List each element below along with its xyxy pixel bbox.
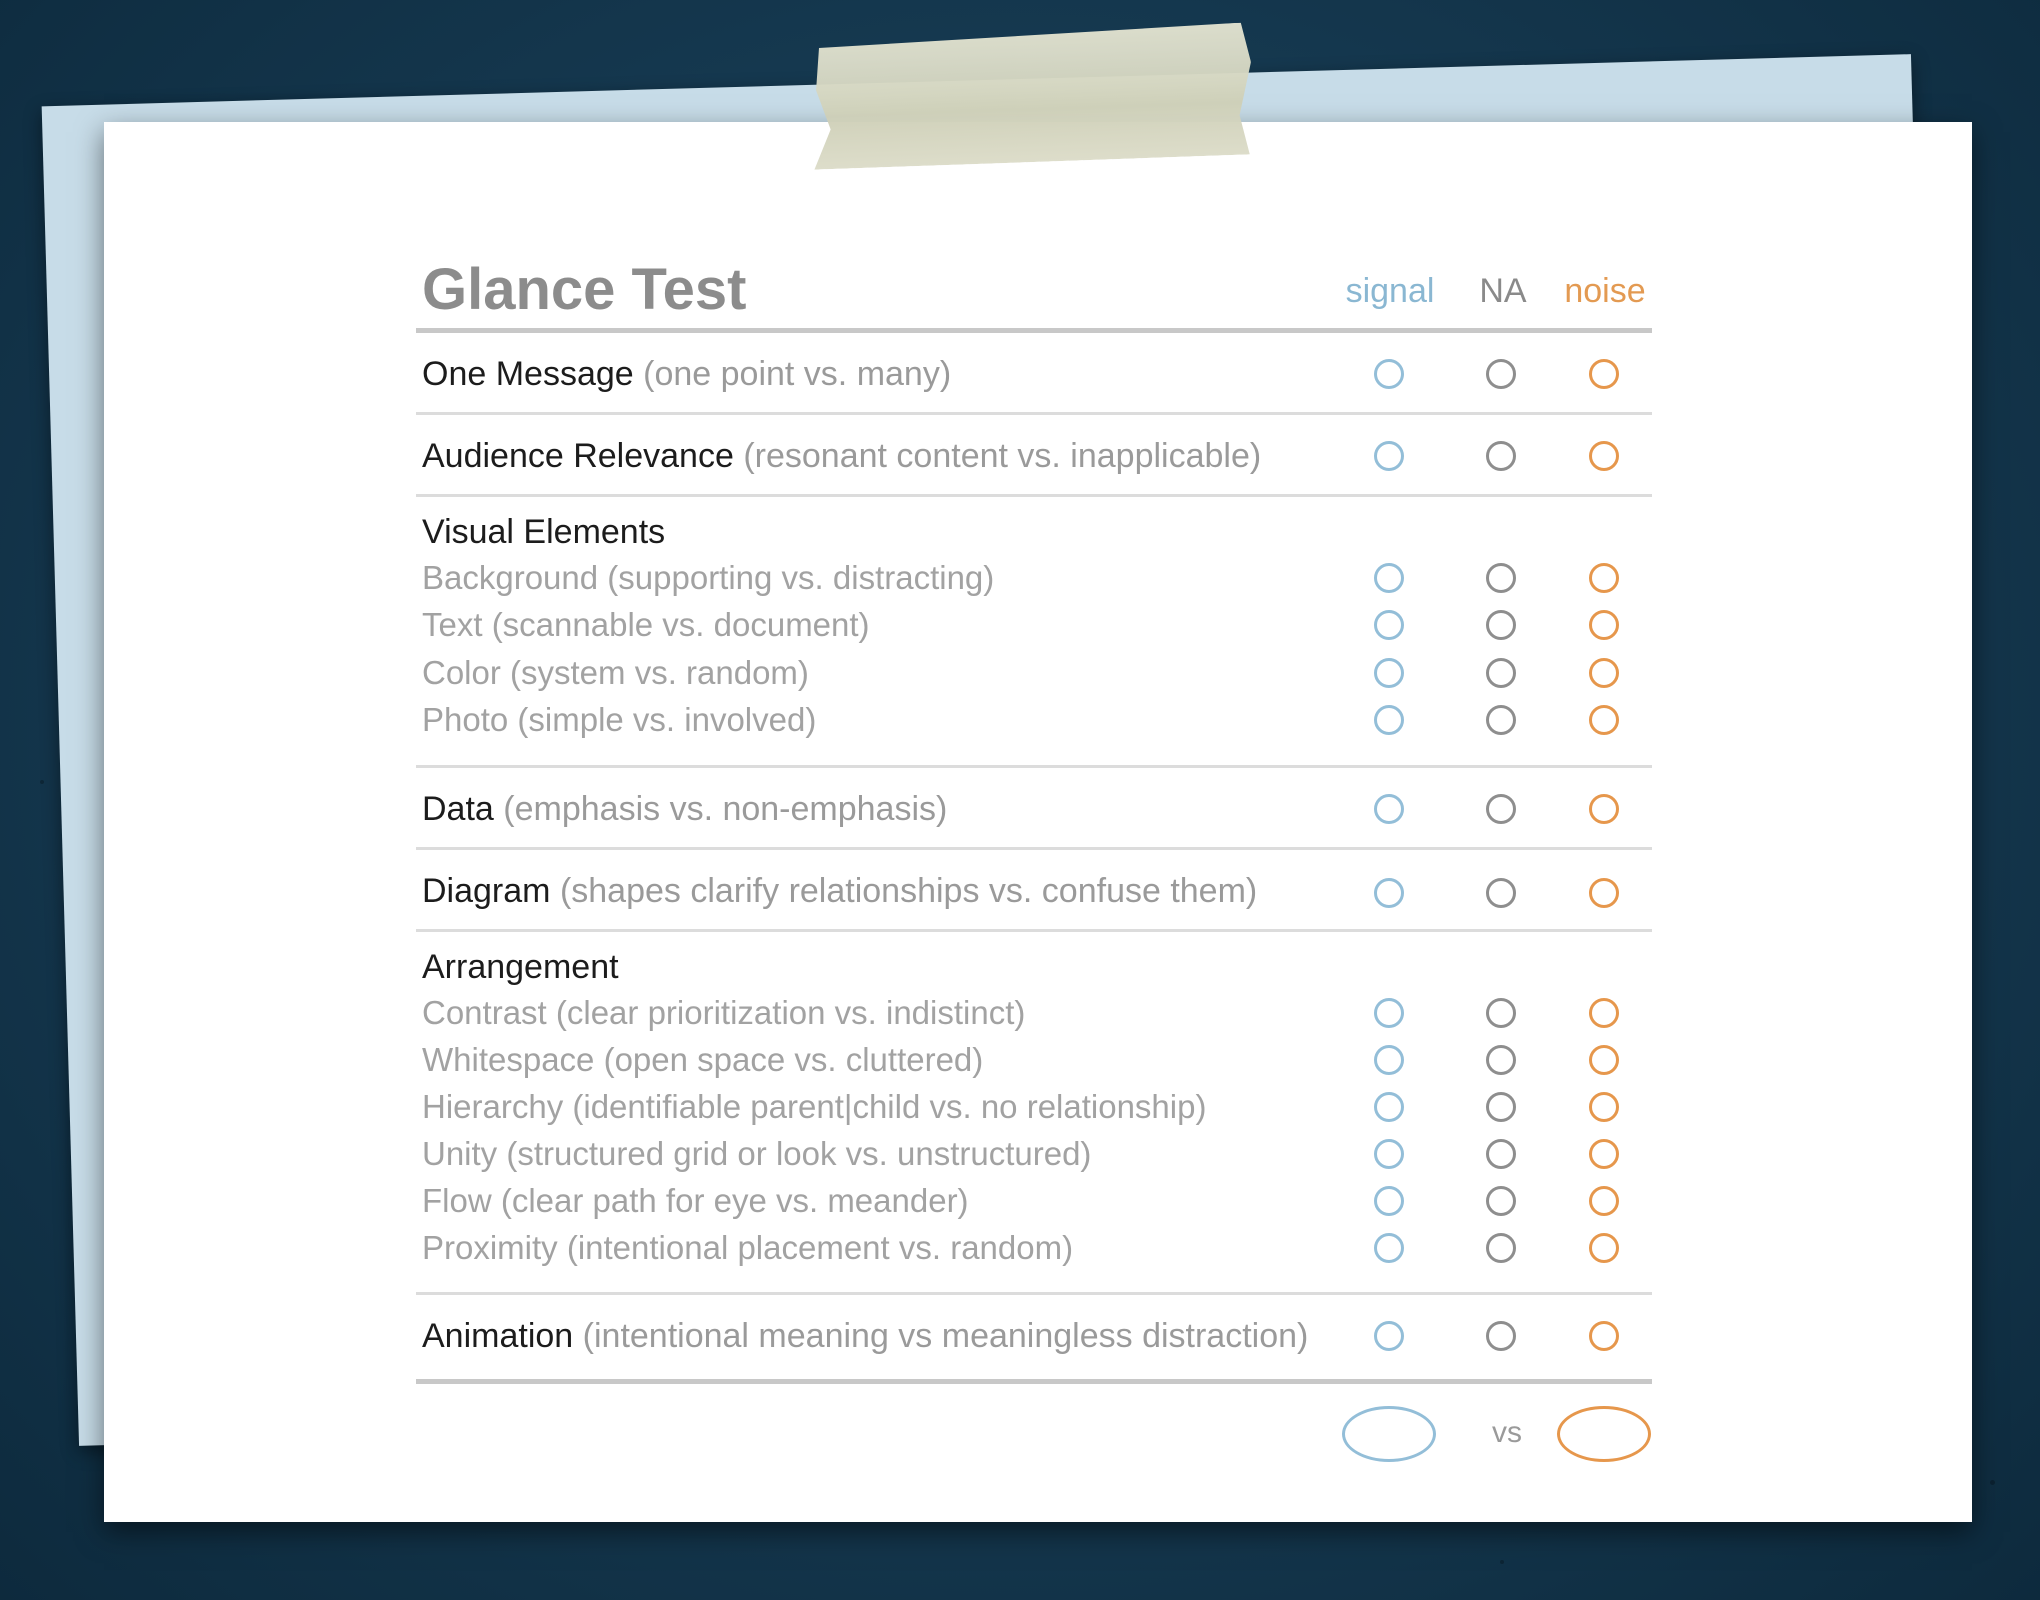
row-name: Data: [422, 790, 494, 828]
sub-item-text: Text (scannable vs. document): [422, 606, 870, 643]
signal-radio[interactable]: [1374, 610, 1404, 640]
row-label: Data (emphasis vs. non-emphasis): [422, 790, 947, 829]
row-name: Animation: [422, 1317, 574, 1355]
sub-item-contrast: Contrast (clear prioritization vs. indis…: [422, 994, 1026, 1031]
noise-radio[interactable]: [1589, 878, 1619, 908]
vs-label: vs: [1492, 1416, 1522, 1449]
noise-radio[interactable]: [1589, 1186, 1619, 1216]
na-radio[interactable]: [1486, 563, 1516, 593]
signal-radio[interactable]: [1374, 441, 1404, 471]
row-label: One Message (one point vs. many): [422, 355, 951, 394]
noise-radio[interactable]: [1589, 1139, 1619, 1169]
sub-item-unity: Unity (structured grid or look vs. unstr…: [422, 1135, 1092, 1172]
row-label: Audience Relevance (resonant content vs.…: [422, 437, 1261, 476]
na-radio[interactable]: [1486, 610, 1516, 640]
signal-total-oval[interactable]: [1342, 1406, 1436, 1462]
na-radio[interactable]: [1486, 1092, 1516, 1122]
na-radio[interactable]: [1486, 998, 1516, 1028]
signal-radio[interactable]: [1374, 878, 1404, 908]
noise-radio[interactable]: [1589, 705, 1619, 735]
noise-radio[interactable]: [1589, 1092, 1619, 1122]
row-name: One Message: [422, 355, 634, 393]
signal-radio[interactable]: [1374, 1139, 1404, 1169]
group-title: Arrangement: [422, 948, 619, 986]
signal-radio[interactable]: [1374, 1045, 1404, 1075]
signal-radio[interactable]: [1374, 658, 1404, 688]
na-radio[interactable]: [1486, 794, 1516, 824]
row-animation: Animation (intentional meaning vs meanin…: [416, 1295, 1652, 1384]
signal-radio[interactable]: [1374, 1092, 1404, 1122]
signal-radio[interactable]: [1374, 1186, 1404, 1216]
noise-radio[interactable]: [1589, 610, 1619, 640]
noise-radio[interactable]: [1589, 359, 1619, 389]
card-title: Glance Test: [422, 257, 747, 322]
noise-radio[interactable]: [1589, 998, 1619, 1028]
sub-item-flow: Flow (clear path for eye vs. meander): [422, 1182, 969, 1219]
column-noise: noise: [1564, 272, 1646, 310]
column-signal: signal: [1345, 272, 1435, 310]
row-desc: (resonant content vs. inapplicable): [743, 437, 1262, 475]
sub-item-whitespace: Whitespace (open space vs. cluttered): [422, 1041, 984, 1078]
row-desc: (one point vs. many): [643, 355, 952, 393]
na-radio[interactable]: [1486, 1139, 1516, 1169]
masking-tape: [810, 22, 1254, 169]
row-data: Data (emphasis vs. non-emphasis): [416, 768, 1652, 850]
sub-item-photo: Photo (simple vs. involved): [422, 701, 817, 738]
row-one-message: One Message (one point vs. many): [416, 333, 1652, 415]
noise-radio[interactable]: [1589, 1233, 1619, 1263]
noise-radio[interactable]: [1589, 794, 1619, 824]
signal-radio[interactable]: [1374, 359, 1404, 389]
na-radio[interactable]: [1486, 1233, 1516, 1263]
row-name: Diagram: [422, 872, 551, 910]
row-desc: (intentional meaning vs meaningless dist…: [582, 1317, 1309, 1355]
totals-footer: vs: [416, 1384, 1652, 1494]
na-radio[interactable]: [1486, 658, 1516, 688]
row-audience-relevance: Audience Relevance (resonant content vs.…: [416, 415, 1652, 497]
noise-radio[interactable]: [1589, 441, 1619, 471]
na-radio[interactable]: [1486, 705, 1516, 735]
signal-radio[interactable]: [1374, 998, 1404, 1028]
group-visual-elements: Visual Elements Background (supporting v…: [416, 497, 1652, 768]
na-radio[interactable]: [1486, 878, 1516, 908]
na-radio[interactable]: [1486, 359, 1516, 389]
row-desc: (shapes clarify relationships vs. confus…: [559, 872, 1258, 910]
signal-radio[interactable]: [1374, 794, 1404, 824]
noise-radio[interactable]: [1589, 1045, 1619, 1075]
card-header: Glance Test signal NA noise: [416, 246, 1652, 333]
noise-total-oval[interactable]: [1557, 1406, 1651, 1462]
signal-radio[interactable]: [1374, 705, 1404, 735]
sub-item-color: Color (system vs. random): [422, 654, 809, 691]
signal-radio[interactable]: [1374, 1233, 1404, 1263]
signal-radio[interactable]: [1374, 1321, 1404, 1351]
noise-radio[interactable]: [1589, 658, 1619, 688]
signal-radio[interactable]: [1374, 563, 1404, 593]
row-diagram: Diagram (shapes clarify relationships vs…: [416, 850, 1652, 932]
noise-radio[interactable]: [1589, 1321, 1619, 1351]
na-radio[interactable]: [1486, 441, 1516, 471]
row-label: Diagram (shapes clarify relationships vs…: [422, 872, 1257, 911]
sub-item-background: Background (supporting vs. distracting): [422, 559, 995, 596]
row-desc: (emphasis vs. non-emphasis): [503, 790, 948, 828]
na-radio[interactable]: [1486, 1045, 1516, 1075]
na-radio[interactable]: [1486, 1321, 1516, 1351]
glance-test-card: Glance Test signal NA noise One Message …: [416, 246, 1652, 1494]
sub-item-proximity: Proximity (intentional placement vs. ran…: [422, 1229, 1074, 1266]
group-title: Visual Elements: [422, 513, 666, 551]
noise-radio[interactable]: [1589, 563, 1619, 593]
sub-item-hierarchy: Hierarchy (identifiable parent|child vs.…: [422, 1088, 1207, 1125]
na-radio[interactable]: [1486, 1186, 1516, 1216]
row-name: Audience Relevance: [422, 437, 734, 475]
group-arrangement: Arrangement Contrast (clear prioritizati…: [416, 932, 1652, 1295]
row-label: Animation (intentional meaning vs meanin…: [422, 1317, 1308, 1356]
